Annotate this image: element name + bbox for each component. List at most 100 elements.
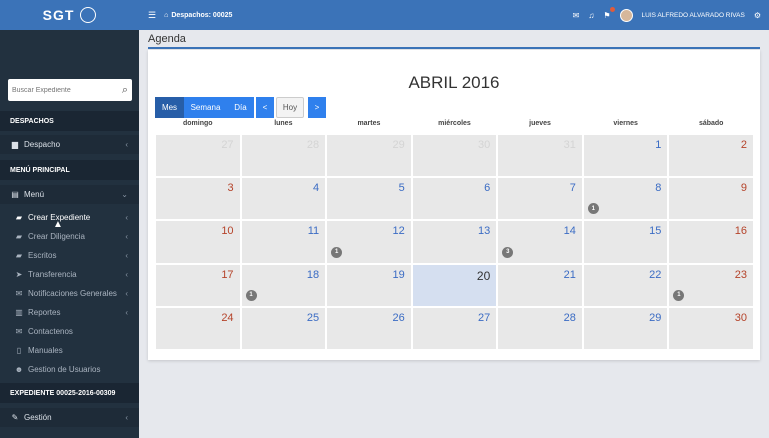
calendar-day-cell[interactable]: 27 [155, 134, 241, 178]
day-number: 21 [563, 268, 576, 281]
sidebar-item-crear-diligencia[interactable]: ▰ Crear Diligencia ‹ [0, 227, 139, 246]
calendar-day-cell[interactable]: 29 [582, 306, 669, 350]
avatar[interactable] [619, 8, 633, 22]
day-number: 17 [221, 268, 234, 281]
view-month-button[interactable]: Mes [155, 97, 184, 118]
sidebar: SGT ⌕ DESPACHOS ▆ Despacho ‹ MENÚ PRINCI… [0, 0, 139, 438]
calendar-day-cell[interactable]: 30 [668, 306, 754, 350]
folder-open-icon: ▰ [15, 251, 23, 260]
calendar-day-cell[interactable]: 16 [668, 220, 754, 264]
next-month-button[interactable]: > [308, 97, 326, 118]
folder-open-icon: ▰ [15, 232, 23, 241]
context-despacho[interactable]: ⌂ Despachos: 00025 [164, 12, 232, 19]
topbar-right: ✉ ♫ ⚑ LUIS ALFREDO ALVARADO RIVAS ⚙ [573, 0, 769, 30]
event-count-badge[interactable]: 1 [331, 246, 343, 258]
day-number: 13 [478, 225, 491, 238]
calendar-day-cell[interactable]: 17 [155, 263, 241, 307]
sidebar-item-crear-expediente[interactable]: ▰ Crear Expediente ‹ [0, 208, 139, 227]
search-box: ⌕ [8, 79, 132, 101]
sidebar-item-menu[interactable]: ▤ Menú ⌄ [0, 185, 139, 204]
day-number: 25 [306, 311, 320, 324]
day-number: 6 [484, 182, 491, 195]
view-week-button[interactable]: Semana [184, 97, 227, 118]
event-count-badge[interactable]: 3 [502, 246, 514, 258]
calendar-day-cell[interactable]: 31 [497, 134, 583, 178]
view-day-button[interactable]: Día [227, 97, 254, 118]
calendar-day-cell[interactable]: 9 [668, 177, 754, 221]
day-number: 15 [649, 225, 662, 238]
logo-text: SGT [42, 7, 75, 23]
mouse-pointer-icon: ▲ [53, 219, 63, 230]
calendar-day-cell[interactable]: 81 [582, 177, 669, 221]
calendar-day-cell[interactable]: 24 [155, 306, 241, 350]
chevron-down-icon: ⌄ [121, 190, 128, 199]
calendar-day-cell[interactable]: 27 [411, 306, 498, 350]
calendar-day-cell[interactable]: 4 [240, 177, 327, 221]
calendar-day-cell[interactable]: 14 3 [497, 220, 583, 264]
calendar-day-cell[interactable]: 10 [155, 220, 241, 264]
calendar-day-cell[interactable]: 18 1 [240, 263, 327, 307]
sidebar-item-despacho[interactable]: ▆ Despacho ‹ [0, 135, 139, 154]
calendar-day-cell[interactable]: 13 [411, 220, 498, 264]
calendar-day-cell[interactable]: 25 [240, 306, 327, 350]
sidebar-item-reportes[interactable]: ▥ Reportes ‹ [0, 303, 139, 322]
prev-month-button[interactable]: < [256, 97, 274, 118]
calendar-day-cell[interactable]: 12 1 [326, 220, 412, 264]
event-count-badge[interactable]: 1 [587, 203, 599, 215]
chevron-left-icon: ‹ [125, 213, 128, 222]
calendar-day-cell[interactable]: 3 [155, 177, 241, 221]
search-expediente-input[interactable] [12, 86, 122, 94]
calendar-day-cell[interactable]: 7 [497, 177, 583, 221]
calendar-day-cell[interactable]: 20 [411, 263, 498, 307]
event-count-badge[interactable]: 1 [245, 289, 257, 301]
day-number: 30 [478, 139, 491, 151]
day-number: 26 [392, 311, 405, 324]
calendar-day-cell[interactable]: 28 [240, 134, 327, 178]
envelope-icon[interactable]: ✉ [573, 11, 580, 20]
calendar-day-cell[interactable]: 5 [326, 177, 412, 221]
calendar-day-cell[interactable]: 11 [240, 220, 327, 264]
calendar-day-cell[interactable]: 1 [582, 134, 669, 178]
calendar-day-cell[interactable]: 15 [582, 220, 669, 264]
sidebar-item-manuales[interactable]: ▯ Manuales [0, 341, 139, 360]
settings-icon[interactable]: ⚙ [754, 11, 761, 20]
section-expediente: EXPEDIENTE 00025-2016-00309 [0, 383, 139, 403]
inbox-icon: ▆ [11, 140, 19, 149]
user-name[interactable]: LUIS ALFREDO ALVARADO RIVAS [642, 12, 745, 19]
file-icon: ▯ [16, 346, 22, 355]
calendar-day-cell[interactable]: 6 [411, 177, 498, 221]
hamburger-icon[interactable]: ☰ [148, 10, 156, 21]
calendar-day-cell[interactable]: 29 [326, 134, 412, 178]
event-count-badge[interactable]: 1 [673, 289, 685, 301]
calendar-day-cell[interactable]: 22 [582, 263, 669, 307]
chevron-left-icon: ‹ [125, 270, 128, 279]
day-number: 14 [563, 225, 576, 238]
today-button[interactable]: Hoy [276, 97, 304, 118]
calendar-day-cell[interactable]: 30 [411, 134, 498, 178]
sidebar-item-gestion-usuarios[interactable]: ☻ Gestion de Usuarios [0, 360, 139, 379]
calendar-day-cell[interactable]: 2 [668, 134, 754, 178]
sidebar-item-escritos[interactable]: ▰ Escritos ‹ [0, 246, 139, 265]
day-number: 10 [221, 225, 234, 238]
section-despachos: DESPACHOS [0, 111, 139, 131]
flag-icon[interactable]: ⚑ [603, 6, 615, 20]
day-number: 19 [392, 268, 405, 281]
sidebar-item-gestion[interactable]: ✎ Gestión ‹ [0, 408, 139, 427]
menu-list-icon: ▤ [11, 190, 19, 199]
calendar-day-cell[interactable]: 19 [326, 263, 412, 307]
envelope-icon: ✉ [15, 327, 23, 336]
weekday-header: jueves [529, 120, 551, 127]
search-icon[interactable]: ⌕ [122, 84, 128, 97]
calendar-day-cell[interactable]: 23 1 [668, 263, 754, 307]
calendar-day-cell[interactable]: 21 [497, 263, 583, 307]
sidebar-item-transferencia[interactable]: ➤ Transferencia ‹ [0, 265, 139, 284]
calendar-day-cell[interactable]: 26 [326, 306, 412, 350]
section-menu-principal: MENÚ PRINCIPAL [0, 160, 139, 180]
bell-icon[interactable]: ♫ [588, 11, 594, 20]
app-logo[interactable]: SGT [0, 0, 139, 30]
sidebar-item-contactenos[interactable]: ✉ Contactenos [0, 322, 139, 341]
sidebar-item-notificaciones-generales[interactable]: ✉ Notificaciones Generales ‹ [0, 284, 139, 303]
calendar-day-cell[interactable]: 28 [497, 306, 583, 350]
weekday-header: domingo [183, 120, 213, 127]
day-number: 27 [221, 139, 234, 151]
